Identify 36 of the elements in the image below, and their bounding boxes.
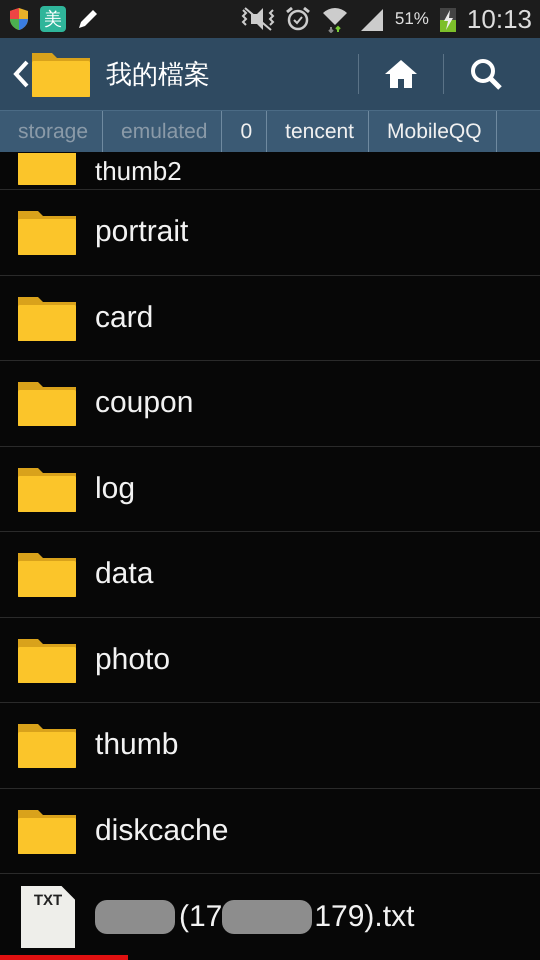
shield-icon bbox=[8, 7, 30, 31]
folder-name: data bbox=[95, 557, 154, 592]
folder-row[interactable]: data bbox=[0, 532, 540, 618]
folder-name: log bbox=[95, 472, 136, 506]
alarm-icon bbox=[284, 6, 311, 32]
folder-name: diskcache bbox=[95, 814, 228, 848]
folder-row[interactable]: thumb2 bbox=[0, 152, 540, 190]
pencil-icon bbox=[76, 7, 100, 31]
folder-name: card bbox=[95, 300, 154, 335]
folder-row[interactable]: thumb bbox=[0, 703, 540, 788]
clock: 10:13 bbox=[466, 4, 532, 34]
battery-percent: 51% bbox=[394, 9, 429, 29]
folder-name: photo bbox=[95, 642, 170, 677]
back-icon[interactable] bbox=[12, 60, 30, 88]
folder-name: coupon bbox=[95, 386, 194, 420]
folder-row[interactable]: portrait bbox=[0, 190, 540, 276]
folder-name: thumb bbox=[95, 728, 178, 762]
file-name-part: 179).txt bbox=[314, 900, 414, 934]
folder-icon bbox=[16, 153, 78, 187]
file-name-part: (17 bbox=[179, 900, 222, 934]
folder-row[interactable]: card bbox=[0, 276, 540, 361]
folder-row[interactable]: photo bbox=[0, 618, 540, 703]
wifi-icon bbox=[320, 5, 349, 33]
app-badge: 美 bbox=[40, 6, 66, 32]
home-icon[interactable] bbox=[383, 58, 419, 90]
app-title: 我的檔案 bbox=[106, 58, 211, 90]
search-icon[interactable] bbox=[469, 57, 503, 91]
folder-row[interactable]: diskcache bbox=[0, 788, 540, 874]
battery-charging-icon bbox=[438, 5, 457, 33]
folder-name: portrait bbox=[95, 215, 188, 250]
folder-name: thumb2 bbox=[95, 156, 182, 187]
folder-row[interactable]: coupon bbox=[0, 361, 540, 446]
folder-row[interactable]: log bbox=[0, 446, 540, 532]
mute-icon bbox=[240, 6, 275, 32]
file-type-label: TXT bbox=[34, 892, 62, 909]
file-row[interactable]: TXT (17 179).txt bbox=[0, 874, 540, 960]
